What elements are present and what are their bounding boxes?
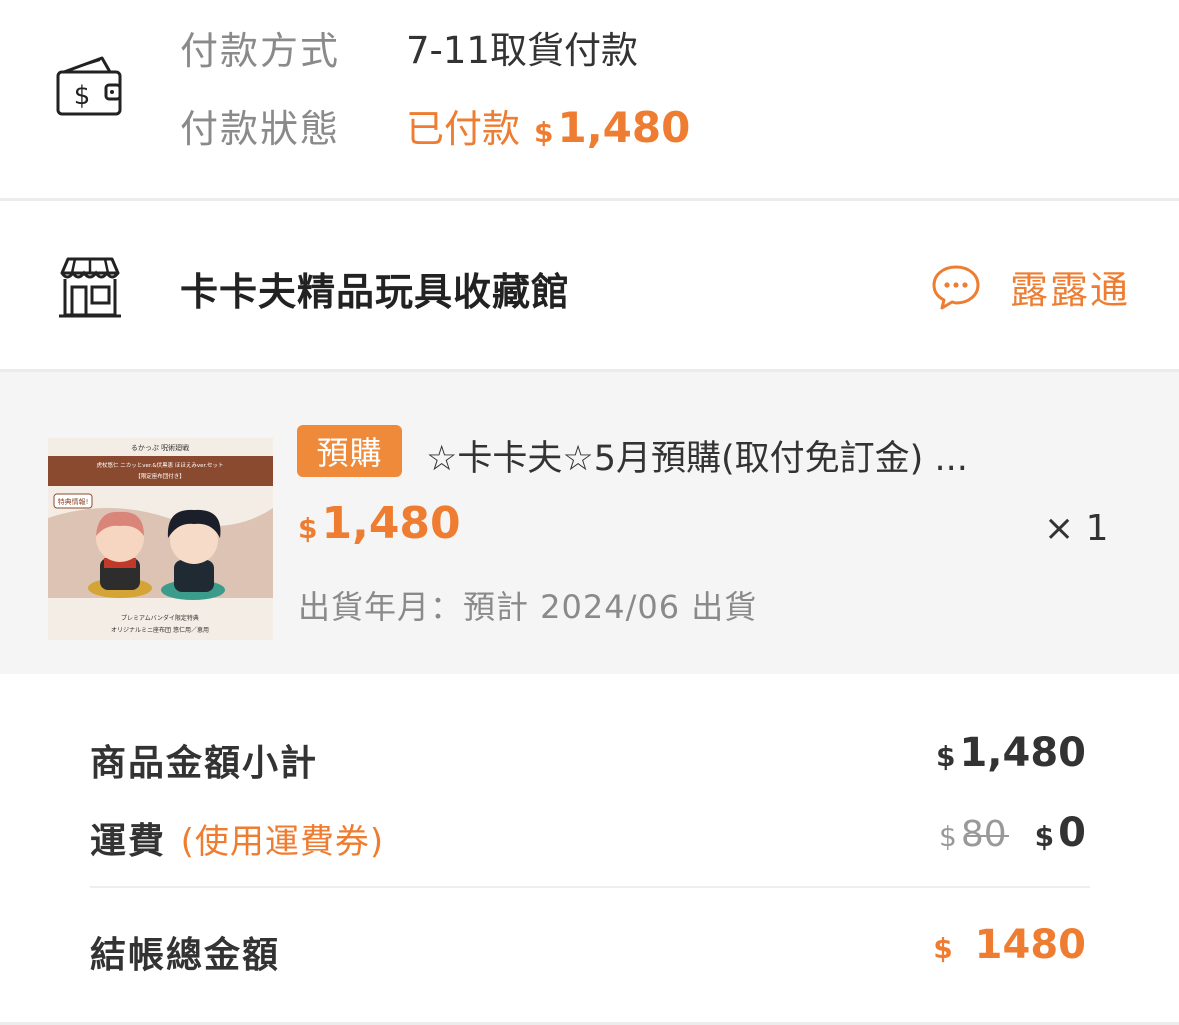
currency-symbol: $ [298,512,318,545]
thumb-footer1: プレミアムバンダイ限定特典 [121,614,199,622]
currency-symbol: $ [939,820,957,853]
shipping-fee-label: 運費 [90,821,167,862]
product-item[interactable]: るかっぷ 呪術廻戦 虎杖悠仁 ニカッとver.&伏黒恵 ほほえみver.セット … [0,372,1179,674]
thumb-brand: るかっぷ 呪術廻戦 [131,443,189,452]
total-label: 結帳總金額 [90,935,281,976]
price-amount: 1,480 [321,498,461,549]
currency-symbol: $ [933,932,953,965]
product-title[interactable]: ☆卡卡夫☆5月預購(取付免訂金) ... [426,430,1066,481]
payment-status-text: 已付款 [406,106,521,151]
product-price: $ 1,480 [298,498,461,549]
chat-bubble-icon [932,265,980,309]
shipping-amount: 0 [1058,810,1086,856]
shipping-coupon-note: (使用運費券) [180,822,385,862]
subtotal-value: $ 1,480 [936,730,1086,776]
summary-divider [90,886,1090,888]
shipping-date: 出貨年月：預計 2024/06 出貨 [298,588,758,626]
chat-button[interactable]: 露露通 [930,259,1130,314]
wallet-icon: $ [56,56,122,116]
total-amount: 1480 [974,922,1086,968]
payment-status-row: 付款狀態 已付款 $ 1,480 [180,98,690,153]
product-image: るかっぷ 呪術廻戦 虎杖悠仁 ニカッとver.&伏黒恵 ほほえみver.セット … [48,438,273,640]
store-icon [59,257,121,318]
thumb-line2: 【限定座布団付き】 [135,472,185,480]
payment-method-label: 付款方式 [180,28,341,73]
original-shipping-amount: 80 [960,814,1007,855]
payment-method-row: 付款方式 7-11取貨付款 [180,22,638,73]
product-quantity: × 1 [1044,508,1109,549]
order-summary: 商品金額小計 $ 1,480 運費 (使用運費券) $ 80 $ 0 結帳總金額… [0,676,1179,1025]
subtotal-amount: 1,480 [959,730,1086,776]
payment-status-label: 付款狀態 [180,106,341,151]
subtotal-label: 商品金額小計 [90,743,319,784]
store-name[interactable]: 卡卡夫精品玩具收藏館 [180,261,570,316]
thumb-line1: 虎杖悠仁 ニカッとver.&伏黒恵 ほほえみver.セット [96,461,223,469]
thumb-bonus: 特典情報! [58,497,89,506]
shipping-fee-value: $ 80 $ 0 [939,810,1086,856]
thumb-footer2: オリジナルミニ座布団 悠仁用／恵用 [111,626,209,634]
payment-method-value: 7-11取貨付款 [406,29,638,72]
shipping-fee-label-row: 運費 (使用運費券) [90,812,384,864]
currency-symbol: $ [1034,820,1055,853]
product-thumbnail[interactable]: るかっぷ 呪術廻戦 虎杖悠仁 ニカッとver.&伏黒恵 ほほえみver.セット … [48,438,273,640]
store-section[interactable]: 卡卡夫精品玩具收藏館 露露通 [0,201,1179,369]
chat-label: 露露通 [1010,268,1131,312]
payment-section: $ 付款方式 7-11取貨付款 付款狀態 已付款 $ 1,480 [0,0,1179,198]
original-shipping-fee: $ 80 [939,814,1009,855]
preorder-badge: 預購 [297,425,402,477]
currency-symbol: $ [935,740,956,773]
total-value: $ 1480 [933,922,1086,968]
payment-status-value: 已付款 $ 1,480 [406,98,690,153]
paid-amount: 1,480 [557,102,691,152]
svg-text:$: $ [74,81,91,111]
currency-symbol: $ [534,115,554,149]
